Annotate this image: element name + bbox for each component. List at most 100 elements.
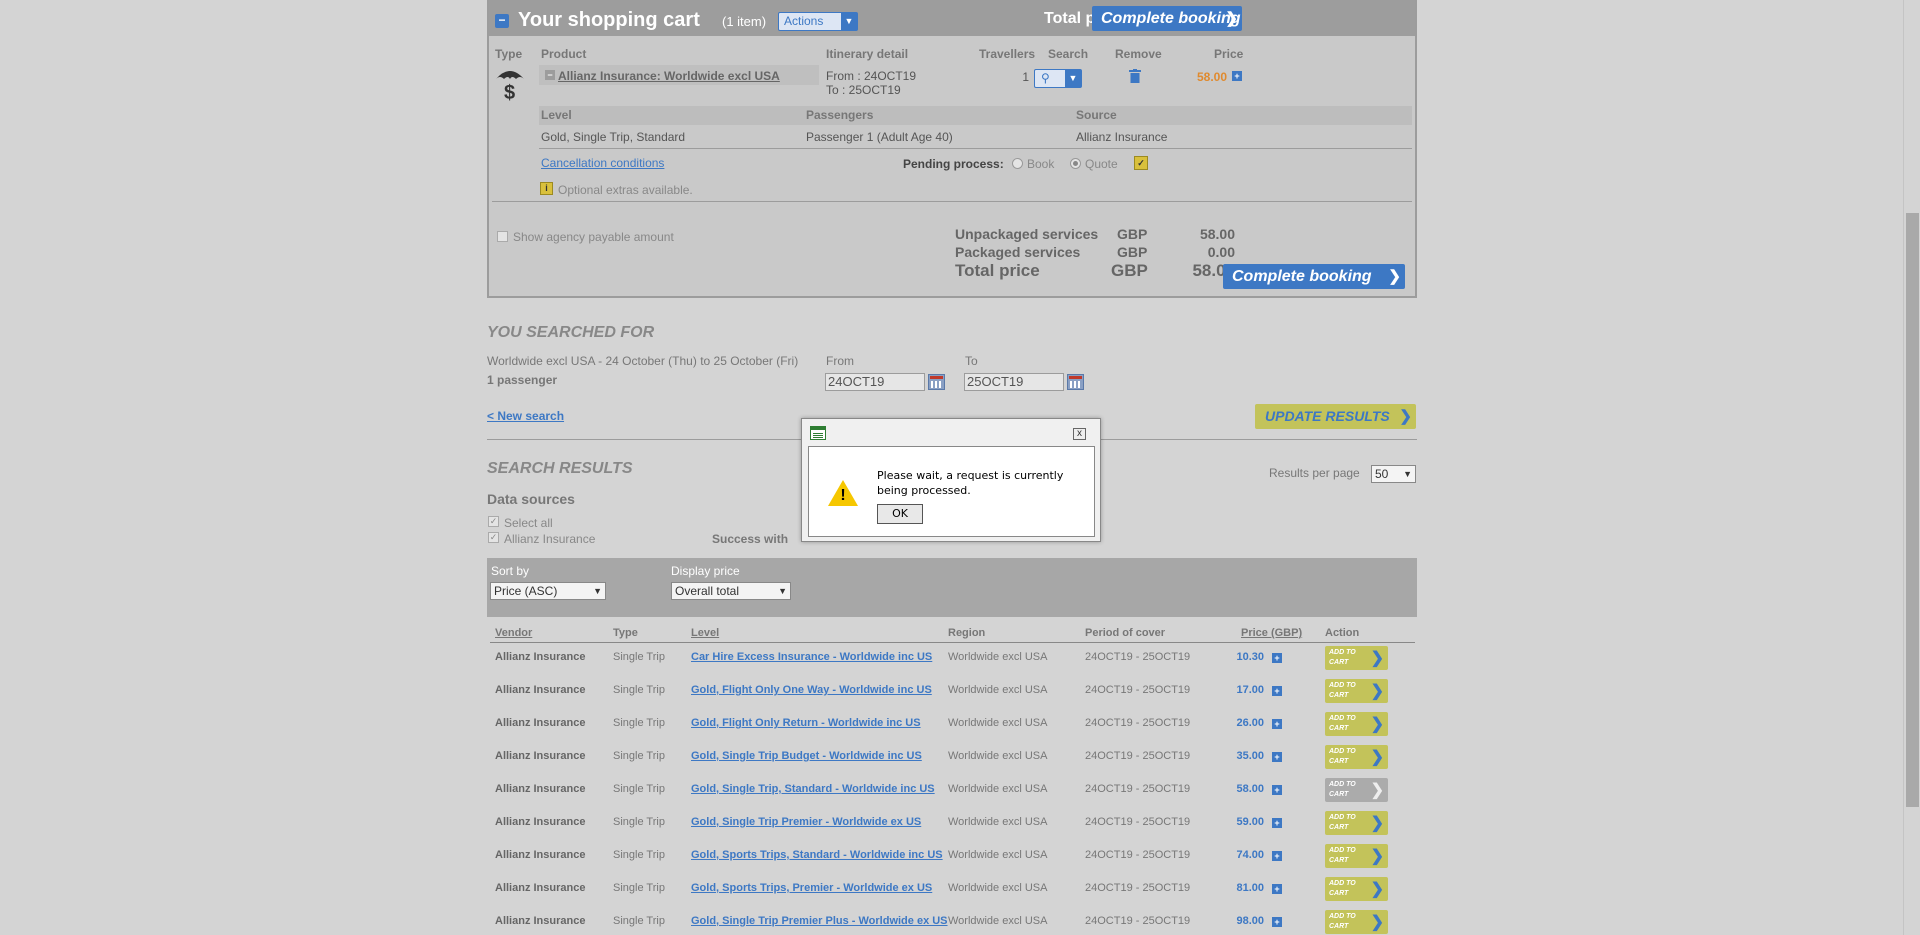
- table-row: Allianz Insurance Single Trip Gold, Single…: [487, 807, 1417, 840]
- add-to-cart-button[interactable]: ADD TO CART ❯: [1325, 910, 1388, 934]
- to-date-input[interactable]: 25OCT19: [964, 373, 1064, 391]
- dialog-body: ! Please wait, a request is currently be…: [808, 446, 1095, 537]
- sort-by-label: Sort by: [491, 564, 530, 578]
- complete-booking-button-bottom[interactable]: Complete booking ❯: [1223, 264, 1405, 289]
- level-link[interactable]: Gold, Single Trip Budget - Worldwide inc…: [691, 750, 922, 762]
- expand-price-icon[interactable]: +: [1272, 719, 1282, 729]
- itinerary-to: To : 25OCT19: [826, 83, 901, 97]
- add-to-cart-button[interactable]: ADD TO CART ❯: [1325, 646, 1388, 670]
- expand-price-icon[interactable]: +: [1272, 917, 1282, 927]
- col-vendor[interactable]: Vendor: [495, 627, 532, 639]
- expand-price-icon[interactable]: +: [1272, 884, 1282, 894]
- search-dropdown[interactable]: ⚲ ▼: [1034, 69, 1082, 88]
- type-cell: Single Trip: [613, 684, 665, 696]
- complete-booking-button-top[interactable]: Complete booking ❯: [1092, 6, 1242, 31]
- type-cell: Single Trip: [613, 717, 665, 729]
- col-level: Level: [541, 108, 572, 122]
- price-cell: 74.00: [1236, 849, 1264, 861]
- level-link[interactable]: Car Hire Excess Insurance - Worldwide in…: [691, 651, 932, 663]
- add-to-cart-button[interactable]: ADD TO CART ❯: [1325, 778, 1388, 802]
- detail-passengers: Passenger 1 (Adult Age 40): [806, 130, 953, 144]
- add-to-cart-button[interactable]: ADD TO CART ❯: [1325, 844, 1388, 868]
- per-page-select[interactable]: 50 ▼: [1371, 465, 1416, 483]
- chevron-right-icon: ❯: [1399, 408, 1412, 425]
- ok-button[interactable]: OK: [877, 504, 923, 524]
- col-product: Product: [541, 47, 587, 61]
- add-to-cart-button[interactable]: ADD TO CART ❯: [1325, 877, 1388, 901]
- from-date-input[interactable]: 24OCT19: [825, 373, 925, 391]
- collapse-item-icon[interactable]: −: [545, 70, 555, 80]
- detail-level: Gold, Single Trip, Standard: [541, 130, 686, 144]
- update-results-button[interactable]: UPDATE RESULTS ❯: [1255, 404, 1416, 429]
- col-type: Type: [613, 627, 638, 639]
- expand-price-icon[interactable]: +: [1272, 818, 1282, 828]
- level-link[interactable]: Gold, Flight Only Return - Worldwide inc…: [691, 717, 921, 729]
- vendor-cell: Allianz Insurance: [495, 684, 586, 696]
- period-cell: 24OCT19 - 25OCT19: [1085, 684, 1191, 696]
- sort-by-value: Price (ASC): [494, 584, 558, 598]
- expand-price-icon[interactable]: +: [1272, 653, 1282, 663]
- region-cell: Worldwide excl USA: [948, 849, 1048, 861]
- price-cell: 26.00: [1236, 717, 1264, 729]
- region-cell: Worldwide excl USA: [948, 882, 1048, 894]
- radio-selected-icon: [1070, 158, 1081, 169]
- add-to-cart-button[interactable]: ADD TO CART ❯: [1325, 745, 1388, 769]
- select-all-checkbox[interactable]: ✓: [488, 516, 499, 527]
- level-link[interactable]: Gold, Flight Only One Way - Worldwide in…: [691, 684, 932, 696]
- product-link[interactable]: Allianz Insurance: Worldwide excl USA: [558, 69, 780, 83]
- level-link[interactable]: Gold, Sports Trips, Standard - Worldwide…: [691, 849, 943, 861]
- table-row: Allianz Insurance Single Trip Gold, Flight…: [487, 708, 1417, 741]
- collapse-cart-button[interactable]: −: [495, 14, 509, 28]
- quote-label: Quote: [1085, 157, 1118, 171]
- umbrella-dollar-icon: $: [494, 67, 526, 104]
- new-search-link[interactable]: < New search: [487, 409, 564, 423]
- expand-price-icon[interactable]: +: [1272, 785, 1282, 795]
- book-radio[interactable]: Book: [1012, 157, 1054, 171]
- add-to-cart-button[interactable]: ADD TO CART ❯: [1325, 679, 1388, 703]
- checklist-icon[interactable]: ✓: [1134, 156, 1148, 170]
- vendor-cell: Allianz Insurance: [495, 915, 586, 927]
- total-label: Total price: [955, 261, 1040, 280]
- quote-radio[interactable]: Quote: [1070, 157, 1118, 171]
- level-link[interactable]: Gold, Sports Trips, Premier - Worldwide …: [691, 882, 932, 894]
- trash-icon[interactable]: [1129, 69, 1141, 83]
- col-price[interactable]: Price (GBP): [1241, 627, 1302, 639]
- level-link[interactable]: Gold, Single Trip Premier Plus - Worldwi…: [691, 915, 948, 927]
- period-cell: 24OCT19 - 25OCT19: [1085, 849, 1191, 861]
- scrollbar-thumb[interactable]: [1906, 213, 1919, 807]
- packaged-label: Packaged services: [955, 244, 1081, 260]
- display-price-select[interactable]: Overall total ▼: [671, 582, 791, 600]
- cancellation-conditions-link[interactable]: Cancellation conditions: [541, 156, 664, 170]
- period-cell: 24OCT19 - 25OCT19: [1085, 915, 1191, 927]
- expand-price-icon[interactable]: +: [1232, 71, 1242, 81]
- cart-title: Your shopping cart: [518, 9, 700, 31]
- period-cell: 24OCT19 - 25OCT19: [1085, 882, 1191, 894]
- period-cell: 24OCT19 - 25OCT19: [1085, 783, 1191, 795]
- add-to-cart-button[interactable]: ADD TO CART ❯: [1325, 811, 1388, 835]
- allianz-source-checkbox[interactable]: ✓: [488, 532, 499, 543]
- col-itinerary: Itinerary detail: [826, 47, 909, 61]
- level-link[interactable]: Gold, Single Trip Premier - Worldwide ex…: [691, 816, 921, 828]
- actions-dropdown[interactable]: Actions ▼: [778, 12, 858, 31]
- type-cell: Single Trip: [613, 816, 665, 828]
- region-cell: Worldwide excl USA: [948, 717, 1048, 729]
- sort-by-select[interactable]: Price (ASC) ▼: [490, 582, 606, 600]
- level-link[interactable]: Gold, Single Trip, Standard - Worldwide …: [691, 783, 935, 795]
- expand-price-icon[interactable]: +: [1272, 851, 1282, 861]
- expand-price-icon[interactable]: +: [1272, 686, 1282, 696]
- region-cell: Worldwide excl USA: [948, 684, 1048, 696]
- update-results-label: UPDATE RESULTS: [1265, 408, 1390, 424]
- expand-price-icon[interactable]: +: [1272, 752, 1282, 762]
- scrollbar[interactable]: [1903, 0, 1920, 935]
- add-to-cart-label: ADD TO CART: [1329, 814, 1356, 831]
- calendar-icon[interactable]: [1067, 374, 1084, 390]
- price-cell: 17.00: [1236, 684, 1264, 696]
- calendar-icon[interactable]: [928, 374, 945, 390]
- col-level[interactable]: Level: [691, 627, 719, 639]
- region-cell: Worldwide excl USA: [948, 816, 1048, 828]
- close-icon[interactable]: x: [1073, 428, 1086, 440]
- show-agency-checkbox[interactable]: [497, 231, 508, 242]
- data-sources-label: Data sources: [487, 491, 575, 507]
- add-to-cart-button[interactable]: ADD TO CART ❯: [1325, 712, 1388, 736]
- col-price: Price: [1214, 47, 1244, 61]
